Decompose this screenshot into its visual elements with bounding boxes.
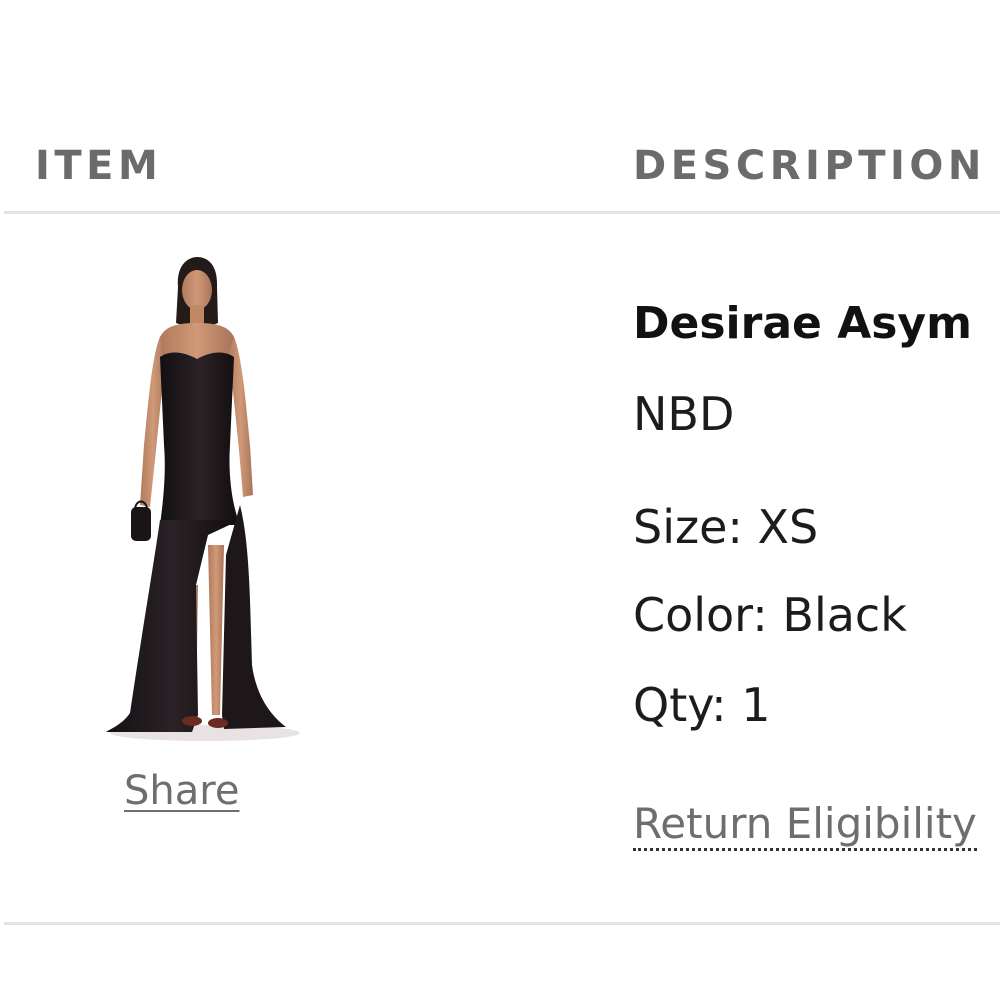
dress-model-illustration [106,257,300,741]
color-label: Color: Black [633,588,907,642]
item-description: Desirae Asym NBD Size: XS Color: Black Q… [633,0,1000,1000]
product-name-link[interactable]: Desirae Asym [633,299,972,349]
return-eligibility-link[interactable]: Return Eligibility [633,800,977,851]
share-link[interactable]: Share [124,766,239,816]
brand-name: NBD [633,387,735,441]
quantity-label: Qty: 1 [633,678,771,732]
size-label: Size: XS [633,500,819,554]
item-column-header: ITEM [35,143,163,189]
row-divider [4,922,1000,925]
product-image[interactable] [100,245,365,750]
